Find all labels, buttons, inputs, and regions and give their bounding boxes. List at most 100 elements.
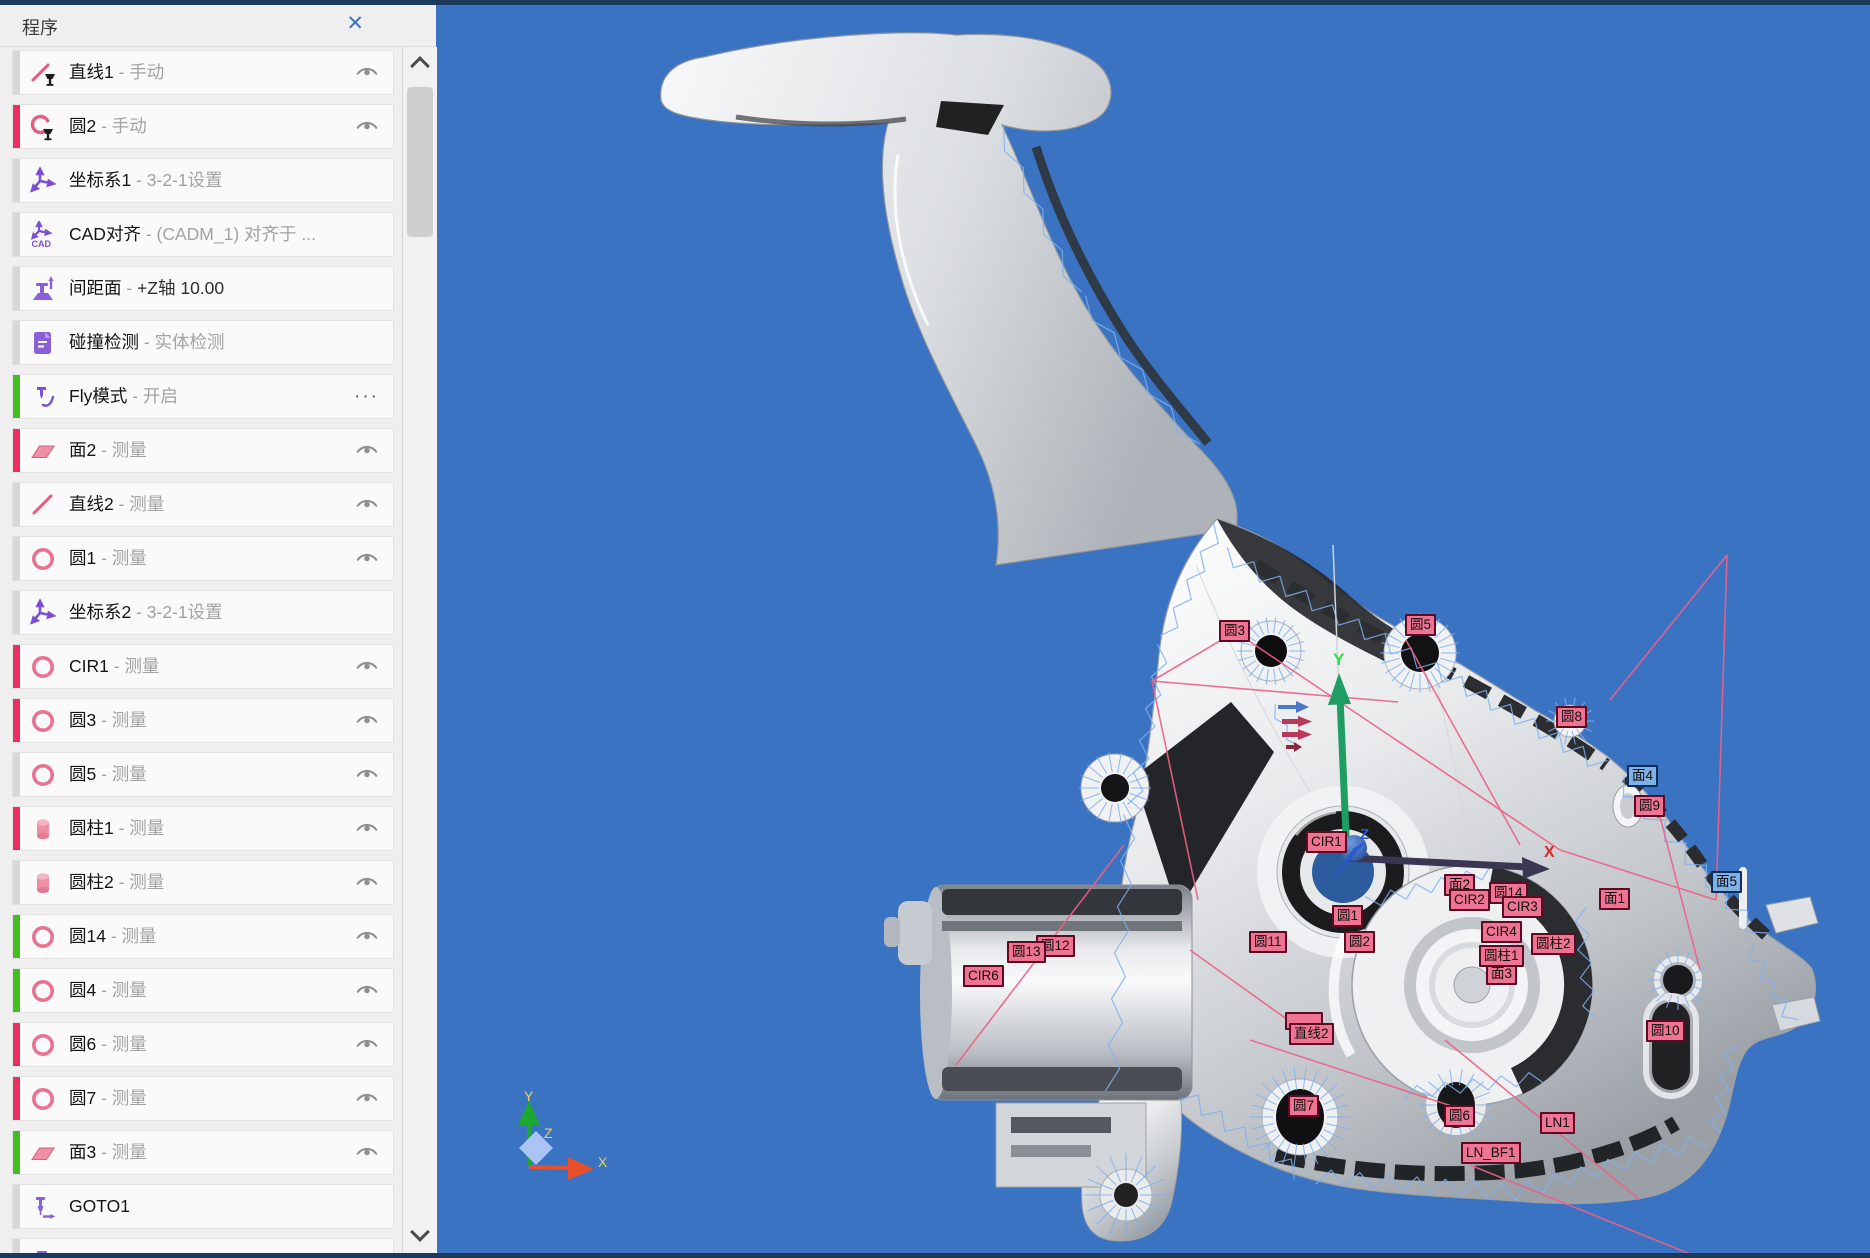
- feature-tag[interactable]: 圆7: [1288, 1095, 1319, 1117]
- feature-tag[interactable]: LN1: [1540, 1112, 1575, 1134]
- program-step-row[interactable]: CADCAD对齐 - (CADM_1) 对齐于 ...: [12, 212, 394, 257]
- feature-tag[interactable]: 面5: [1711, 871, 1742, 893]
- scroll-down-icon[interactable]: [410, 1222, 430, 1242]
- visibility-eye-icon[interactable]: [355, 658, 379, 677]
- feature-tag[interactable]: CIR2: [1449, 889, 1490, 911]
- step-status-bar: [13, 375, 20, 418]
- visibility-eye-icon[interactable]: [355, 442, 379, 461]
- program-step-row[interactable]: 圆5 - 测量: [12, 752, 394, 797]
- step-label: 圆柱1 - 测量: [69, 807, 164, 850]
- feature-tag[interactable]: LN_BF1: [1461, 1142, 1521, 1164]
- program-step-row[interactable]: 面3 - 测量: [12, 1130, 394, 1175]
- circle-probe-icon: [29, 113, 57, 141]
- goto-icon: [29, 1193, 57, 1221]
- program-step-row[interactable]: CIR1 - 测量: [12, 644, 394, 689]
- program-step-row[interactable]: 坐标系2 - 3-2-1设置: [12, 590, 394, 635]
- step-status-bar: [13, 753, 20, 796]
- visibility-eye-icon[interactable]: [355, 874, 379, 893]
- circle-icon: [29, 1031, 57, 1059]
- circle-icon: [29, 977, 57, 1005]
- feature-tag[interactable]: 圆2: [1344, 931, 1375, 953]
- program-step-row[interactable]: 圆3 - 测量: [12, 698, 394, 743]
- step-label: 碰撞检测 - 实体检测: [69, 321, 225, 364]
- program-step-row[interactable]: 间距面 - +Z轴 10.00: [12, 266, 394, 311]
- visibility-eye-icon[interactable]: [355, 712, 379, 731]
- program-step-row[interactable]: 圆14 - 测量: [12, 914, 394, 959]
- program-step-list: 直线1 - 手动圆2 - 手动坐标系1 - 3-2-1设置 CADCAD对齐 - …: [0, 47, 402, 1254]
- program-step-row[interactable]: 直线2 - 测量: [12, 482, 394, 527]
- feature-tag[interactable]: 圆13: [1007, 941, 1046, 963]
- visibility-eye-icon[interactable]: [355, 766, 379, 785]
- program-step-row[interactable]: 碰撞检测 - 实体检测: [12, 320, 394, 365]
- program-step-row[interactable]: 圆柱2 - 测量: [12, 860, 394, 905]
- step-status-bar: [13, 969, 20, 1012]
- feature-tag[interactable]: CIR3: [1502, 896, 1543, 918]
- step-status-bar: [13, 1185, 20, 1228]
- feature-tag[interactable]: 面4: [1627, 765, 1658, 787]
- feature-tag[interactable]: 圆8: [1556, 706, 1587, 728]
- program-step-row[interactable]: 1-40_A00PNF3D5 - (90.0 ... 5: [12, 1238, 394, 1254]
- program-step-row[interactable]: Fly模式 - 开启···: [12, 374, 394, 419]
- program-panel: 程序 ✕ 直线1 - 手动圆2 - 手动坐标系1 - 3-2-1设置CADCAD…: [0, 5, 436, 1253]
- feature-tag[interactable]: 圆9: [1634, 795, 1665, 817]
- visibility-eye-icon[interactable]: [355, 982, 379, 1001]
- view-axis-x-label: X: [598, 1154, 608, 1170]
- program-step-row[interactable]: 圆7 - 测量: [12, 1076, 394, 1121]
- scrollbar[interactable]: [402, 47, 437, 1253]
- step-label: 圆6 - 测量: [69, 1023, 147, 1066]
- circle-icon: [29, 1085, 57, 1113]
- program-step-row[interactable]: 圆柱1 - 测量: [12, 806, 394, 851]
- feature-tag[interactable]: 圆5: [1405, 614, 1436, 636]
- visibility-eye-icon[interactable]: [355, 118, 379, 137]
- scroll-thumb[interactable]: [407, 87, 433, 237]
- feature-tag[interactable]: CIR4: [1481, 921, 1522, 943]
- visibility-eye-icon[interactable]: [355, 550, 379, 569]
- program-step-row[interactable]: 圆1 - 测量: [12, 536, 394, 581]
- visibility-eye-icon[interactable]: [355, 496, 379, 515]
- program-step-row[interactable]: 面2 - 测量: [12, 428, 394, 473]
- step-status-bar: [13, 915, 20, 958]
- visibility-eye-icon[interactable]: [355, 64, 379, 83]
- step-status-bar: [13, 321, 20, 364]
- step-label: CAD对齐 - (CADM_1) 对齐于 ...: [69, 213, 316, 256]
- program-step-row[interactable]: 直线1 - 手动: [12, 50, 394, 95]
- program-step-row[interactable]: 圆2 - 手动: [12, 104, 394, 149]
- visibility-eye-icon[interactable]: [355, 928, 379, 947]
- visibility-eye-icon[interactable]: [355, 1090, 379, 1109]
- step-status-bar: [13, 105, 20, 148]
- clearance-icon: [29, 275, 57, 303]
- feature-tag[interactable]: CIR1: [1306, 831, 1347, 853]
- step-label: GOTO1: [69, 1185, 130, 1228]
- step-status-bar: [13, 861, 20, 904]
- step-status-bar: [13, 591, 20, 634]
- feature-tag[interactable]: 圆3: [1219, 620, 1250, 642]
- step-label: 间距面 - +Z轴 10.00: [69, 267, 224, 310]
- feature-tag[interactable]: 圆11: [1249, 931, 1287, 953]
- fly-icon: [29, 383, 57, 411]
- step-status-bar: [13, 1023, 20, 1066]
- model-axis-x-label: X: [1544, 844, 1555, 861]
- visibility-eye-icon[interactable]: [355, 1144, 379, 1163]
- close-icon[interactable]: ✕: [346, 11, 364, 37]
- feature-tag[interactable]: 圆柱2: [1531, 933, 1576, 955]
- plane-icon: [29, 437, 57, 465]
- program-step-row[interactable]: 圆6 - 测量: [12, 1022, 394, 1067]
- scroll-up-icon[interactable]: [410, 56, 430, 76]
- step-status-bar: [13, 1077, 20, 1120]
- feature-tag[interactable]: 圆柱1: [1479, 945, 1524, 967]
- feature-tag[interactable]: 圆10: [1646, 1020, 1685, 1042]
- feature-tag[interactable]: CIR6: [963, 965, 1004, 987]
- feature-tag[interactable]: 面1: [1599, 888, 1630, 910]
- step-status-bar: [13, 699, 20, 742]
- visibility-eye-icon[interactable]: [355, 820, 379, 839]
- 3d-viewport[interactable]: Y X Z Y X Z 面2圆14CIR2CIR3面1面4圆9面5圆3圆5圆8C…: [436, 5, 1870, 1253]
- feature-tag[interactable]: 直线2: [1289, 1023, 1334, 1045]
- program-step-row[interactable]: GOTO1: [12, 1184, 394, 1229]
- program-step-row[interactable]: 坐标系1 - 3-2-1设置: [12, 158, 394, 203]
- visibility-eye-icon[interactable]: [355, 1036, 379, 1055]
- more-options-icon[interactable]: ···: [354, 375, 379, 418]
- program-step-row[interactable]: 圆4 - 测量: [12, 968, 394, 1013]
- feature-tag[interactable]: 圆1: [1332, 905, 1363, 927]
- feature-tag[interactable]: 圆6: [1444, 1105, 1475, 1127]
- circle-icon: [29, 761, 57, 789]
